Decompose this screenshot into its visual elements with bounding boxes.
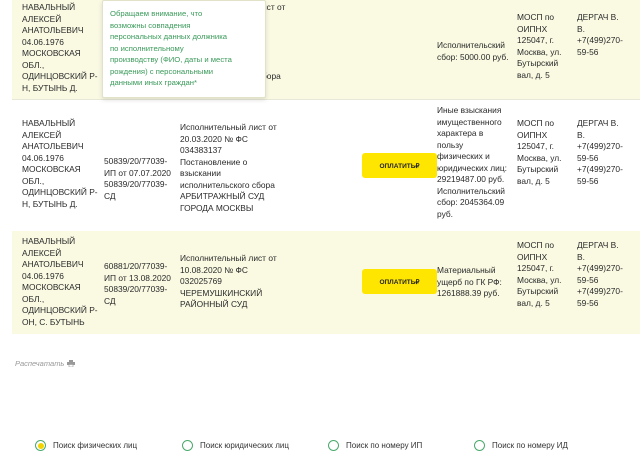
radio-search-individuals[interactable]: Поиск физических лиц bbox=[35, 440, 137, 451]
print-label: Распечатать bbox=[15, 359, 65, 368]
bailiff-cell: ДЕРГАЧ В. В. +7(499)270- 59-56 +7(499)27… bbox=[577, 118, 623, 186]
bailiff-cell: ДЕРГАЧ В. В. +7(499)270- 59-56 +7(499)27… bbox=[577, 240, 623, 308]
pay-button[interactable]: ОПЛАТИТЬ₽ bbox=[362, 153, 437, 178]
ip-number-cell: 60881/20/77039- ИП от 13.08.2020 50839/2… bbox=[104, 261, 171, 306]
debtor-cell: НАВАЛЬНЫЙ АЛЕКСЕЙ АНАТОЛЬЕВИЧ 04.06.1976… bbox=[22, 2, 98, 93]
debtor-cell: НАВАЛЬНЫЙ АЛЕКСЕЙ АНАТОЛЬЕВИЧ 04.06.1976… bbox=[22, 118, 98, 209]
subject-cell: Исполнительский сбор: 5000.00 руб. bbox=[437, 40, 509, 62]
subject-cell: Материальный ущерб по ГК РФ: 1261888.39 … bbox=[437, 265, 502, 298]
department-cell: МОСП по ОИПНХ 125047, г. Москва, ул. Бут… bbox=[517, 240, 562, 308]
radio-search-id-number[interactable]: Поиск по номеру ИД bbox=[474, 440, 568, 451]
search-mode-selector: Поиск физических лиц Поиск юридических л… bbox=[0, 440, 640, 456]
radio-unselected-icon bbox=[474, 440, 485, 451]
document-cell: Исполнительный лист от 20.03.2020 № ФС 0… bbox=[180, 122, 277, 213]
data-match-tooltip: Обращаем внимание, что возможны совпаден… bbox=[102, 0, 266, 98]
subject-cell: Иные взыскания имущественного характера … bbox=[437, 105, 507, 219]
document-cell: Исполнительный лист от 10.08.2020 № ФС 0… bbox=[180, 253, 277, 309]
pay-button[interactable]: ОПЛАТИТЬ₽ bbox=[362, 269, 437, 294]
document-cell: ист от бора bbox=[262, 2, 286, 81]
radio-selected-icon bbox=[35, 440, 46, 451]
debtor-cell: НАВАЛЬНЫЙ АЛЕКСЕЙ АНАТОЛЬЕВИЧ 04.06.1976… bbox=[22, 236, 98, 327]
table-row: НАВАЛЬНЫЙ АЛЕКСЕЙ АНАТОЛЬЕВИЧ 04.06.1976… bbox=[12, 231, 640, 334]
radio-search-ip-number[interactable]: Поиск по номеру ИП bbox=[328, 440, 422, 451]
bailiff-cell: ДЕРГАЧ В. В. +7(499)270- 59-56 bbox=[577, 12, 623, 57]
print-link[interactable]: Распечатать bbox=[15, 359, 76, 368]
department-cell: МОСП по ОИПНХ 125047, г. Москва, ул. Бут… bbox=[517, 118, 562, 186]
tooltip-text: Обращаем внимание, что возможны совпаден… bbox=[110, 9, 232, 87]
radio-search-legal-entities[interactable]: Поиск юридических лиц bbox=[182, 440, 289, 451]
printer-icon bbox=[67, 360, 76, 367]
radio-label: Поиск по номеру ИД bbox=[492, 441, 568, 450]
radio-unselected-icon bbox=[328, 440, 339, 451]
radio-unselected-icon bbox=[182, 440, 193, 451]
department-cell: МОСП по ОИПНХ 125047, г. Москва, ул. Бут… bbox=[517, 12, 562, 80]
radio-label: Поиск по номеру ИП bbox=[346, 441, 423, 450]
table-row: НАВАЛЬНЫЙ АЛЕКСЕЙ АНАТОЛЬЕВИЧ 04.06.1976… bbox=[12, 99, 640, 232]
ip-number-cell: 50839/20/77039- ИП от 07.07.2020 50839/2… bbox=[104, 156, 171, 201]
radio-label: Поиск юридических лиц bbox=[200, 441, 289, 450]
radio-label: Поиск физических лиц bbox=[53, 441, 138, 450]
